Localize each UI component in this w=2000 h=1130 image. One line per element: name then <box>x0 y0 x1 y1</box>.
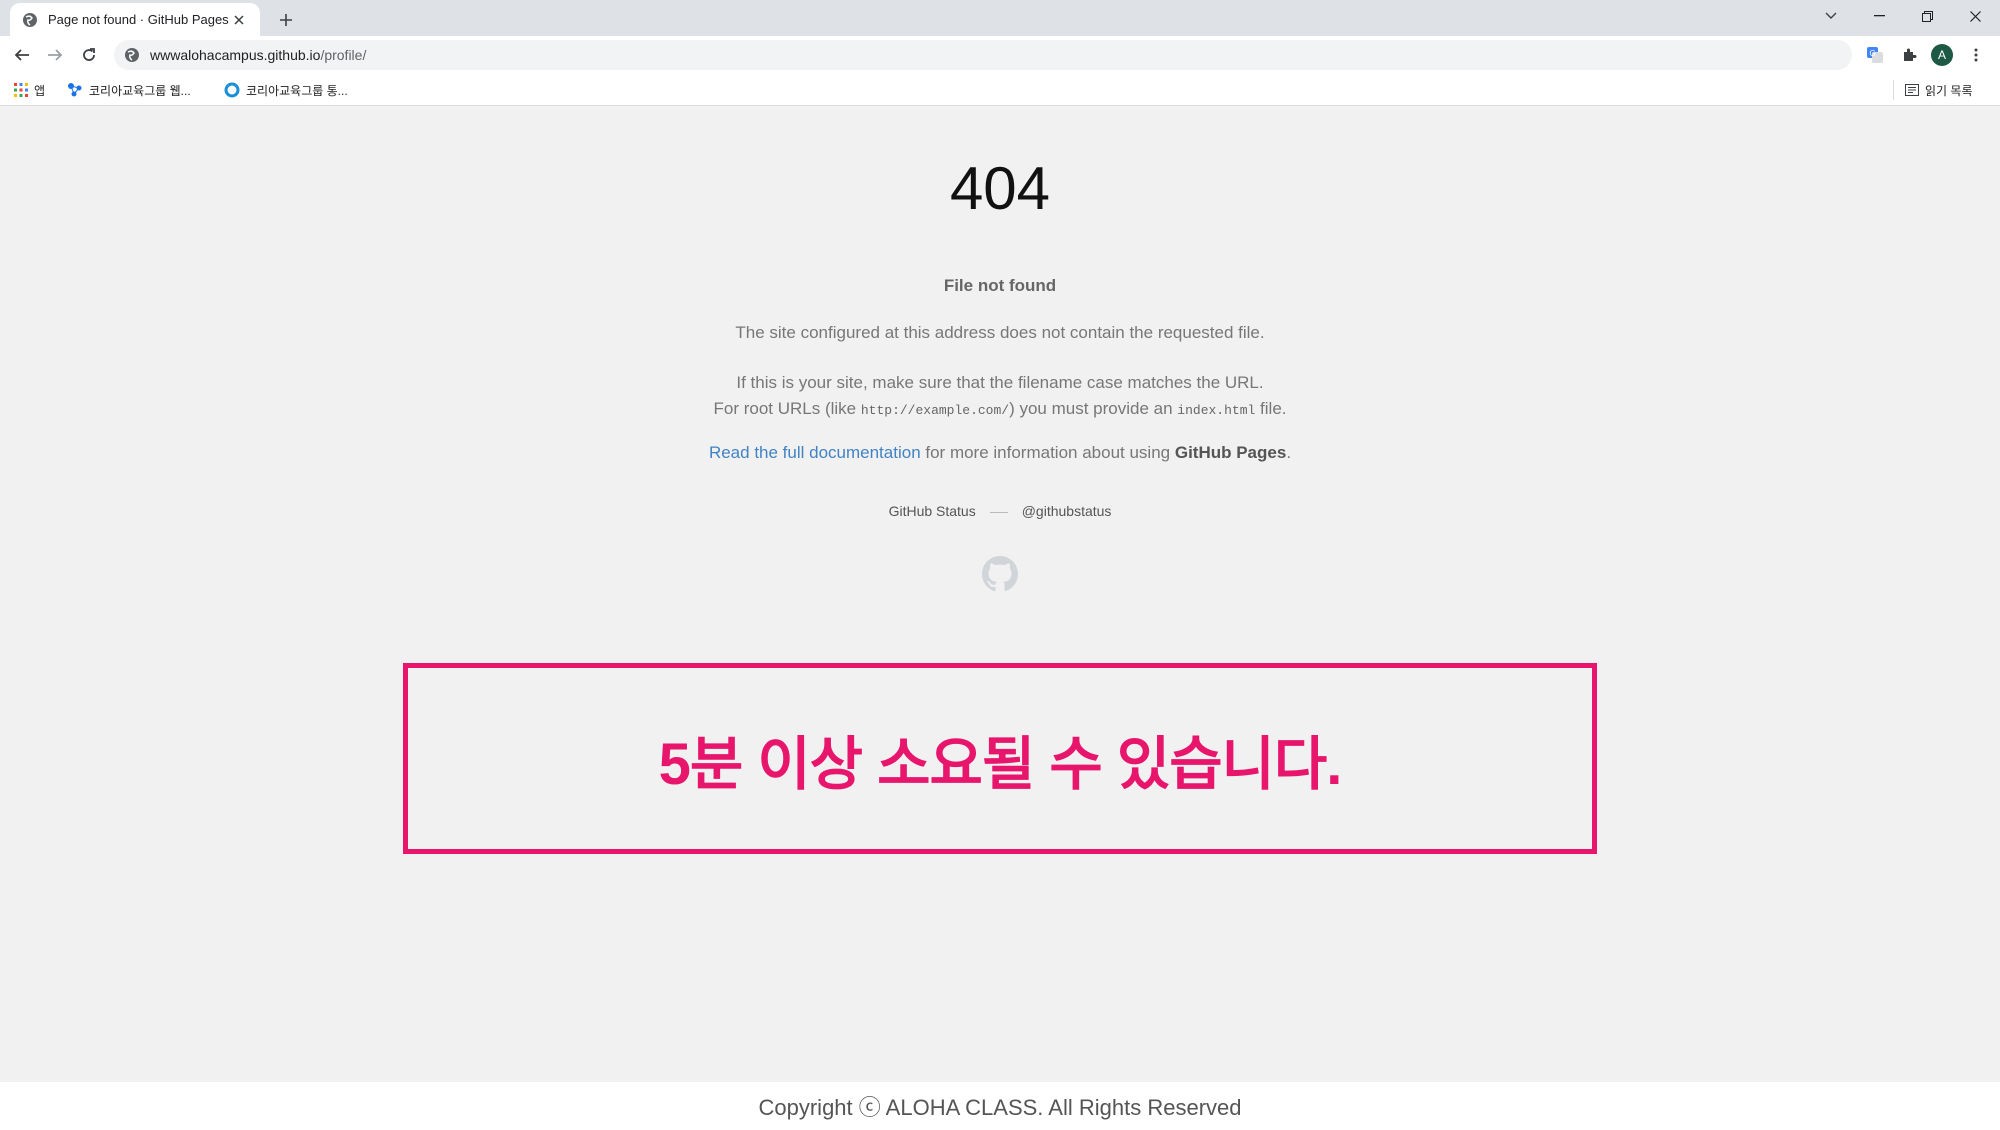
tab-search-icon[interactable] <box>1808 0 1854 32</box>
bookmark-label: 코리아교육그룹 통... <box>246 83 348 98</box>
translate-icon[interactable]: G <box>1862 42 1888 68</box>
globe-icon <box>22 12 38 28</box>
documentation-line: Read the full documentation for more inf… <box>500 443 1500 463</box>
hint-post: file. <box>1255 399 1287 418</box>
browser-tab[interactable]: Page not found · GitHub Pages <box>10 3 260 36</box>
github-pages-strong: GitHub Pages <box>1174 443 1287 462</box>
bookmarks-bar: 앱 코리아교육그룹 웹... 코리아교육그룹 통... 읽기 목록 <box>0 74 2000 106</box>
url-host: wwwalohacampus.github.io <box>150 47 321 63</box>
site-info-icon[interactable] <box>124 47 140 63</box>
filename-hint: If this is your site, make sure that the… <box>500 370 1500 424</box>
hint-pre: For root URLs (like <box>713 399 861 418</box>
example-url-code: http://example.com/ <box>860 403 1010 418</box>
new-tab-button[interactable] <box>272 6 300 34</box>
twitter-status-link[interactable]: @githubstatus <box>1022 503 1112 519</box>
bookmark-label: 앱 <box>34 83 46 98</box>
status-links: GitHub Status @githubstatus <box>500 503 1500 519</box>
hint-line-1: If this is your site, make sure that the… <box>736 373 1264 392</box>
notice-callout-box: 5분 이상 소요될 수 있습니다. <box>403 663 1597 854</box>
bookmark-apps[interactable]: 앱 <box>14 79 45 101</box>
status-divider <box>989 511 1008 513</box>
error-description: The site configured at this address does… <box>735 323 1265 342</box>
tab-title: Page not found · GitHub Pages <box>48 12 229 27</box>
doc-end: . <box>1286 443 1292 462</box>
bookmark-korea-edu-stats[interactable]: 코리아교육그룹 통... <box>224 79 348 101</box>
reading-list[interactable]: 읽기 목록 <box>1905 79 1973 101</box>
restore-icon[interactable] <box>1904 0 1950 32</box>
molecule-icon <box>67 82 83 98</box>
bookmark-korea-edu-web[interactable]: 코리아교육그룹 웹... <box>67 79 191 101</box>
reading-list-label: 읽기 목록 <box>1925 83 1973 98</box>
reading-list-icon <box>1905 83 1919 97</box>
bookmark-label: 코리아교육그룹 웹... <box>89 83 191 98</box>
menu-kebab-icon[interactable] <box>1963 42 1989 68</box>
error-subheading: File not found <box>943 276 1057 295</box>
close-tab-icon[interactable] <box>230 11 248 29</box>
documentation-link[interactable]: Read the full documentation <box>709 443 921 462</box>
browser-toolbar: wwwalohacampus.github.io/profile/ G A <box>0 36 2000 74</box>
back-icon[interactable] <box>8 41 36 69</box>
profile-avatar[interactable]: A <box>1929 42 1955 68</box>
address-bar[interactable]: wwwalohacampus.github.io/profile/ <box>114 40 1852 70</box>
error-code-heading: 404 <box>949 155 1051 222</box>
bookmark-divider <box>1893 80 1894 100</box>
github-status-link[interactable]: GitHub Status <box>889 503 976 519</box>
ring-icon <box>224 82 240 98</box>
notice-callout-text: 5분 이상 소요될 수 있습니다. <box>658 731 1343 797</box>
page-content: 404 File not found The site configured a… <box>0 106 2000 1082</box>
tab-strip: Page not found · GitHub Pages <box>0 0 2000 36</box>
index-html-code: index.html <box>1177 403 1256 418</box>
github-octocat-icon[interactable] <box>982 556 1018 592</box>
apps-grid-icon <box>14 83 28 97</box>
copyright-footer: Copyright ⓒ ALOHA CLASS. All Rights Rese… <box>0 1082 2000 1130</box>
hint-mid: ) you must provide an <box>1009 399 1178 418</box>
avatar: A <box>1931 44 1953 66</box>
doc-mid-text: for more information about using <box>920 443 1175 462</box>
forward-icon[interactable] <box>41 41 69 69</box>
url-path: /profile/ <box>320 47 367 63</box>
close-window-icon[interactable] <box>1952 0 1998 32</box>
svg-text:G: G <box>1870 49 1876 58</box>
reload-icon[interactable] <box>75 41 103 69</box>
minimize-icon[interactable] <box>1856 0 1902 32</box>
extensions-icon[interactable] <box>1896 42 1922 68</box>
